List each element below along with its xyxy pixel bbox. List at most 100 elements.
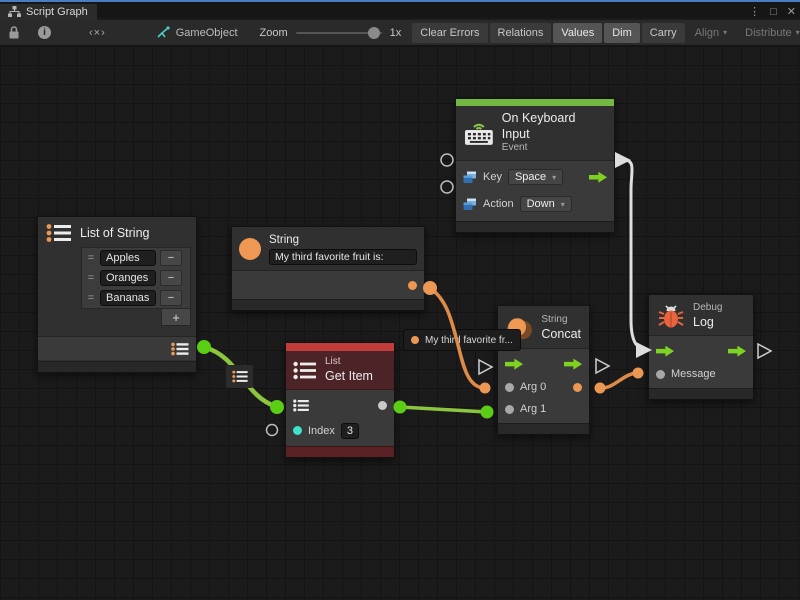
list-editor: = − = − = −	[81, 247, 191, 309]
zoom-label: Zoom	[260, 27, 288, 39]
key-value: Space	[515, 171, 546, 183]
tab-title: Script Graph	[26, 6, 88, 18]
wire-value-tooltip: My third favorite fr...	[403, 329, 521, 351]
dim-toggle[interactable]: Dim	[604, 23, 640, 43]
align-dropdown[interactable]: Align ▾	[687, 23, 735, 43]
clear-errors-button[interactable]: Clear Errors	[412, 23, 487, 43]
flow-input-port[interactable]	[656, 346, 674, 357]
action-label: Action	[483, 198, 514, 210]
flow-output-port[interactable]	[728, 346, 746, 357]
string-value-input[interactable]	[269, 249, 417, 265]
bug-icon	[657, 303, 685, 329]
node-footer	[286, 446, 394, 457]
node-footer	[38, 361, 196, 372]
action-dropdown[interactable]: Down ▾	[520, 196, 572, 212]
node-footer	[498, 423, 589, 434]
list-item-row: = −	[82, 248, 190, 268]
node-title: Concat	[541, 327, 581, 343]
flow-output-port[interactable]	[589, 172, 607, 183]
node-list-of-string[interactable]: List of String = − = − = − +	[37, 216, 197, 373]
string-value-icon	[411, 336, 419, 344]
gameobject-selector[interactable]: GameObject	[156, 26, 238, 39]
string-output-port[interactable]	[408, 281, 417, 290]
chevron-down-icon: ▾	[561, 200, 565, 209]
drag-handle-icon[interactable]: =	[86, 252, 96, 264]
list-input-port[interactable]	[293, 399, 309, 412]
list-item-input[interactable]	[100, 270, 156, 286]
chevron-down-icon: ▾	[723, 28, 727, 37]
arg1-input-port[interactable]	[505, 405, 514, 414]
code-icon: ‹×›	[89, 27, 106, 39]
chevron-down-icon: ▾	[552, 173, 556, 182]
list-icon	[46, 223, 72, 243]
remove-item-button[interactable]: −	[160, 250, 182, 266]
align-label: Align	[695, 27, 719, 39]
node-get-item[interactable]: List Get Item Index	[285, 342, 395, 458]
zoom-control: Zoom 1x	[260, 27, 402, 39]
info-icon: i	[38, 26, 51, 39]
item-output-port[interactable]	[378, 401, 387, 410]
action-variable-icon	[463, 198, 477, 211]
node-title: List of String	[80, 226, 149, 240]
zoom-slider-handle[interactable]	[368, 27, 380, 39]
node-debug-log[interactable]: Debug Log Message	[648, 294, 754, 400]
graph-toolbar: i ‹×› GameObject Zoom 1x Clear Errors Re…	[0, 20, 800, 46]
arg1-label: Arg 1	[520, 403, 546, 415]
node-subtitle: List	[325, 356, 373, 369]
maximize-icon[interactable]: □	[770, 4, 777, 20]
add-item-button[interactable]: +	[161, 309, 191, 326]
index-input-port[interactable]	[293, 426, 302, 435]
node-on-keyboard-input[interactable]: On Keyboard Input Event Key Space ▾ Acti…	[455, 98, 615, 233]
key-dropdown[interactable]: Space ▾	[508, 169, 563, 185]
close-icon[interactable]: ✕	[787, 4, 796, 20]
flow-output-port[interactable]	[564, 359, 582, 370]
tab-script-graph[interactable]: Script Graph	[0, 4, 97, 20]
remove-item-button[interactable]: −	[160, 270, 182, 286]
list-output-port[interactable]	[171, 342, 189, 356]
action-value: Down	[527, 198, 555, 210]
arg0-label: Arg 0	[520, 381, 546, 393]
distribute-dropdown[interactable]: Distribute ▾	[737, 23, 800, 43]
node-title: Log	[693, 315, 722, 331]
info-button[interactable]: i	[28, 20, 61, 46]
carry-toggle[interactable]: Carry	[642, 23, 685, 43]
key-label: Key	[483, 171, 502, 183]
drag-handle-icon[interactable]: =	[86, 292, 96, 304]
node-footer	[232, 299, 424, 310]
node-title: On Keyboard Input	[502, 111, 606, 142]
zoom-slider[interactable]	[296, 32, 382, 34]
warning-color-bar	[286, 343, 394, 351]
values-toggle[interactable]: Values	[553, 23, 602, 43]
wire-value-text: My third favorite fr...	[425, 335, 513, 346]
list-icon	[293, 361, 317, 380]
message-label: Message	[671, 368, 716, 380]
list-icon	[232, 370, 248, 383]
node-footer	[649, 388, 753, 399]
index-input[interactable]	[341, 423, 359, 439]
remove-item-button[interactable]: −	[160, 290, 182, 306]
node-concat[interactable]: String Concat Arg 0 Arg 1	[497, 305, 590, 435]
index-label: Index	[308, 425, 335, 437]
zoom-value: 1x	[390, 27, 402, 39]
list-item-row: = −	[82, 288, 190, 308]
gameobject-icon	[156, 26, 170, 39]
node-footer	[456, 221, 614, 232]
string-icon	[239, 238, 261, 260]
flow-input-port[interactable]	[505, 359, 523, 370]
list-item-input[interactable]	[100, 290, 156, 306]
result-output-port[interactable]	[573, 383, 582, 392]
node-title: String	[269, 233, 417, 247]
lock-button[interactable]	[0, 20, 28, 46]
code-view-button[interactable]: ‹×›	[61, 20, 134, 46]
message-input-port[interactable]	[656, 370, 665, 379]
keyboard-icon	[464, 120, 494, 146]
chevron-down-icon: ▾	[796, 28, 800, 37]
more-icon[interactable]: ⋮	[749, 4, 760, 20]
list-item-input[interactable]	[100, 250, 156, 266]
relations-button[interactable]: Relations	[490, 23, 552, 43]
event-color-bar	[456, 99, 614, 106]
node-string-literal[interactable]: String	[231, 226, 425, 311]
arg0-input-port[interactable]	[505, 383, 514, 392]
node-subtitle: Debug	[693, 302, 722, 315]
drag-handle-icon[interactable]: =	[86, 272, 96, 284]
